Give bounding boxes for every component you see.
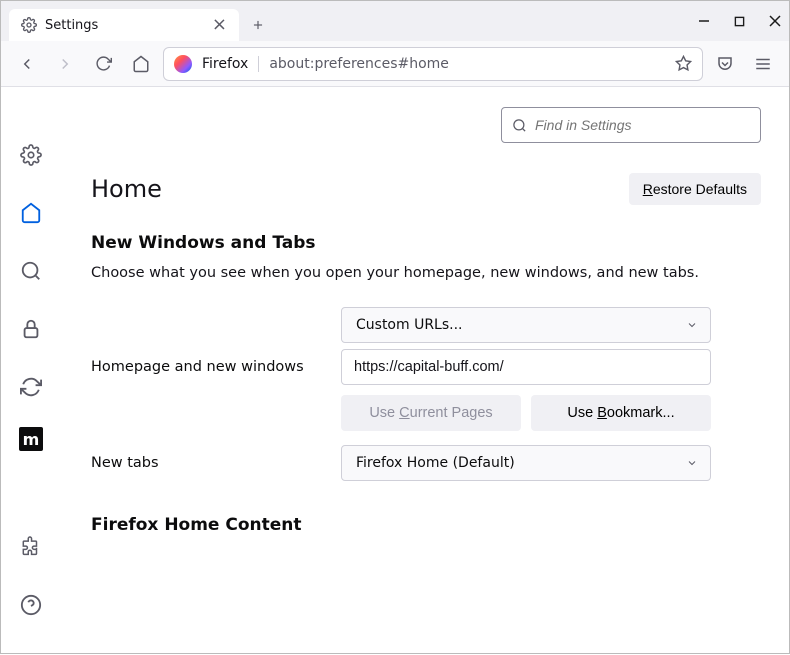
forward-button[interactable] [49,48,81,80]
restore-defaults-button[interactable]: Restore Defaults [629,173,761,205]
homepage-mode-select[interactable]: Custom URLs... [341,307,711,343]
use-current-pages-button[interactable]: Use Current Pages [341,395,521,431]
sidebar-item-privacy[interactable] [13,311,49,347]
toolbar: Firefox about:preferences#home [1,41,789,87]
firefox-logo-icon [174,55,192,73]
gear-icon [21,17,37,33]
newtabs-label: New tabs [91,455,321,471]
newtabs-mode-value: Firefox Home (Default) [356,455,515,471]
identity-label: Firefox [202,56,259,72]
minimize-button[interactable] [698,15,710,27]
sidebar-item-general[interactable] [13,137,49,173]
url-text: about:preferences#home [269,56,665,72]
url-bar[interactable]: Firefox about:preferences#home [163,47,703,81]
tab-strip: Settings × [1,1,789,41]
section-desc: Choose what you see when you open your h… [91,265,761,281]
newtabs-mode-select[interactable]: Firefox Home (Default) [341,445,711,481]
page-title: Home [91,175,162,203]
sidebar-item-search[interactable] [13,253,49,289]
section2-title: Firefox Home Content [91,515,761,535]
sidebar-item-extensions[interactable] [13,529,49,565]
settings-search[interactable] [501,107,761,143]
new-tab-button[interactable] [243,10,273,40]
main-panel: Home Restore Defaults New Windows and Ta… [61,87,789,655]
sidebar-item-help[interactable] [13,587,49,623]
close-icon[interactable]: × [212,16,227,34]
homepage-label-text: Homepage and new windows [91,359,321,375]
content: m Home Restore Defaults New Windows and … [1,87,789,655]
reload-button[interactable] [87,48,119,80]
maximize-button[interactable] [734,16,745,27]
sidebar-item-more-mozilla[interactable]: m [19,427,43,451]
homepage-mode-value: Custom URLs... [356,317,463,333]
bookmark-star-icon[interactable] [675,55,692,72]
home-button[interactable] [125,48,157,80]
sidebar-item-sync[interactable] [13,369,49,405]
back-button[interactable] [11,48,43,80]
homepage-url-input[interactable] [354,359,698,375]
chevron-down-icon [686,457,698,469]
settings-search-input[interactable] [535,117,750,133]
sidebar: m [1,87,61,655]
tab-settings[interactable]: Settings × [9,9,239,41]
tab-label: Settings [45,18,204,33]
window-controls [698,1,781,41]
search-icon [512,118,527,133]
chevron-down-icon [686,319,698,331]
sidebar-item-home[interactable] [13,195,49,231]
homepage-url-field[interactable] [341,349,711,385]
app-menu-button[interactable] [747,48,779,80]
save-to-pocket-button[interactable] [709,48,741,80]
section-title: New Windows and Tabs [91,233,761,253]
close-window-button[interactable] [769,15,781,27]
use-bookmark-button[interactable]: Use Bookmark... [531,395,711,431]
